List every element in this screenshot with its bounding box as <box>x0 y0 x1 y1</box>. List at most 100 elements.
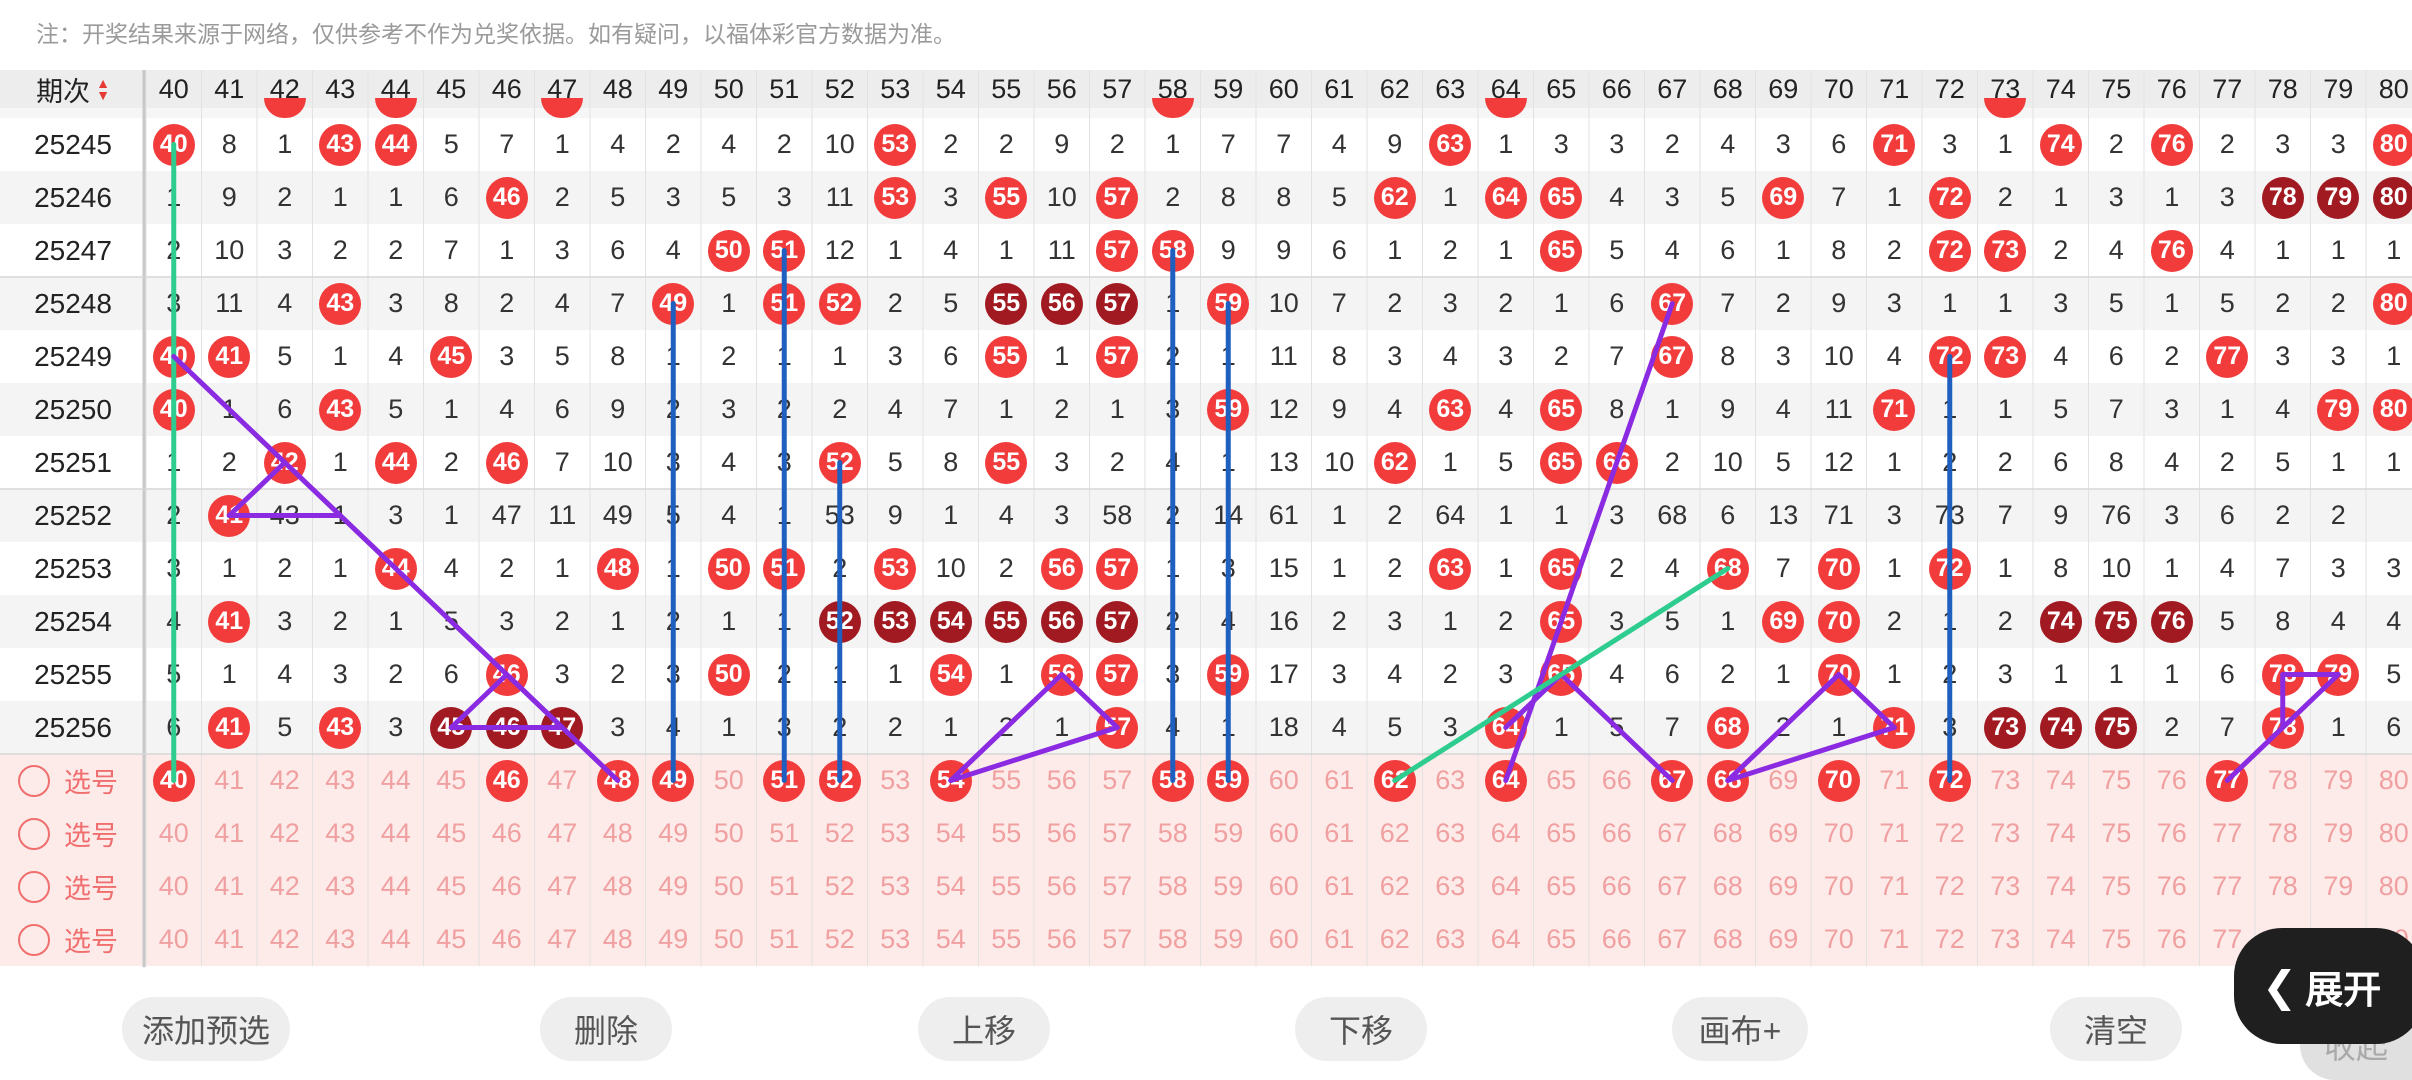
pick-number[interactable]: 75 <box>2089 913 2145 966</box>
drawn-number-ball[interactable]: 79 <box>2317 176 2360 219</box>
drawn-number-ball[interactable]: 63 <box>1429 123 1472 166</box>
pick-number[interactable]: 71 <box>1867 807 1923 860</box>
pick-number[interactable]: 74 <box>2033 754 2089 807</box>
pick-number[interactable]: 50 <box>701 754 757 807</box>
drawn-number-ball[interactable]: 76 <box>2150 123 2193 166</box>
selected-pick-ball[interactable]: 51 <box>763 759 806 802</box>
pick-number[interactable]: 44 <box>368 754 424 807</box>
pick-number[interactable]: 48 <box>590 913 646 966</box>
selected-pick-ball[interactable]: 49 <box>652 759 695 802</box>
pick-number[interactable]: 50 <box>701 860 757 913</box>
drawn-number-ball[interactable]: 70 <box>1817 547 1860 590</box>
pick-number[interactable]: 76 <box>2144 807 2200 860</box>
drawn-number-ball[interactable]: 76 <box>2150 229 2193 272</box>
drawn-number-ball[interactable]: 72 <box>1928 335 1971 378</box>
pick-number[interactable]: 47 <box>535 754 591 807</box>
drawn-number-ball[interactable]: 70 <box>1817 653 1860 696</box>
pick-number[interactable]: 50 <box>701 913 757 966</box>
pick-number[interactable]: 47 <box>535 860 591 913</box>
drawn-number-ball[interactable]: 59 <box>1207 282 1250 325</box>
drawn-number-ball[interactable]: 50 <box>707 653 750 696</box>
drawn-number-ball[interactable]: 65 <box>1540 653 1583 696</box>
drawn-number-ball[interactable]: 53 <box>874 547 917 590</box>
pick-number[interactable]: 46 <box>479 807 535 860</box>
canvas-plus-button[interactable]: 画布+ <box>1672 997 1808 1061</box>
pick-number[interactable]: 44 <box>368 913 424 966</box>
radio-circle-icon[interactable] <box>18 870 50 903</box>
selected-pick-ball[interactable]: 52 <box>818 759 861 802</box>
drawn-number-ball[interactable]: 80 <box>2372 282 2412 325</box>
drawn-number-ball[interactable]: 73 <box>1984 335 2027 378</box>
drawn-number-ball[interactable]: 73 <box>1984 706 2027 749</box>
drawn-number-ball[interactable]: 63 <box>1429 547 1472 590</box>
pick-number[interactable]: 62 <box>1367 860 1423 913</box>
pick-number[interactable]: 50 <box>701 807 757 860</box>
drawn-number-ball[interactable]: 63 <box>1429 388 1472 431</box>
pick-number[interactable]: 42 <box>257 913 313 966</box>
drawn-number-ball[interactable]: 79 <box>2317 388 2360 431</box>
drawn-number-ball[interactable]: 59 <box>1207 388 1250 431</box>
drawn-number-ball[interactable]: 80 <box>2372 176 2412 219</box>
drawn-number-ball[interactable]: 78 <box>2261 706 2304 749</box>
drawn-number-ball[interactable]: 55 <box>985 282 1028 325</box>
drawn-number-ball[interactable]: 56 <box>1040 653 1083 696</box>
drawn-number-ball[interactable]: 46 <box>485 441 528 484</box>
pick-number[interactable]: 75 <box>2089 860 2145 913</box>
drawn-number-ball[interactable]: 72 <box>1928 547 1971 590</box>
drawn-number-ball[interactable]: 70 <box>1817 600 1860 643</box>
pick-number[interactable]: 79 <box>2311 860 2367 913</box>
pick-number[interactable]: 45 <box>424 754 480 807</box>
selected-pick-ball[interactable]: 72 <box>1928 759 1971 802</box>
pick-number[interactable]: 63 <box>1423 807 1479 860</box>
drawn-number-ball[interactable]: 46 <box>485 176 528 219</box>
drawn-number-ball[interactable]: 64 <box>1484 176 1527 219</box>
drawn-number-ball[interactable]: 41 <box>208 494 251 537</box>
drawn-number-ball[interactable]: 50 <box>707 547 750 590</box>
pick-number[interactable]: 61 <box>1312 807 1368 860</box>
selected-pick-ball[interactable]: 54 <box>929 759 972 802</box>
pick-number[interactable]: 71 <box>1867 913 1923 966</box>
pick-number[interactable]: 68 <box>1700 913 1756 966</box>
pick-number[interactable]: 69 <box>1756 860 1812 913</box>
drawn-number-ball[interactable]: 71 <box>1873 388 1916 431</box>
sort-icon[interactable]: ▲ ▼ <box>96 76 110 102</box>
drawn-number-ball[interactable]: 56 <box>1040 282 1083 325</box>
drawn-number-ball[interactable]: 56 <box>1040 547 1083 590</box>
drawn-number-ball[interactable]: 57 <box>1096 653 1139 696</box>
pick-number[interactable]: 79 <box>2311 754 2367 807</box>
drawn-number-ball[interactable]: 80 <box>2372 123 2412 166</box>
pick-number[interactable]: 54 <box>923 913 979 966</box>
selected-pick-ball[interactable]: 40 <box>152 759 195 802</box>
pick-number[interactable]: 60 <box>1256 860 1312 913</box>
pick-number[interactable]: 61 <box>1312 754 1368 807</box>
pick-number[interactable]: 48 <box>590 860 646 913</box>
drawn-number-ball[interactable]: 40 <box>152 388 195 431</box>
pick-number[interactable]: 57 <box>1090 807 1146 860</box>
pick-number[interactable]: 51 <box>757 807 813 860</box>
drawn-number-ball[interactable]: 57 <box>1096 335 1139 378</box>
pick-number[interactable]: 67 <box>1645 860 1701 913</box>
drawn-number-ball[interactable]: 47 <box>541 706 584 749</box>
pick-number[interactable]: 72 <box>1922 860 1978 913</box>
drawn-number-ball[interactable]: 54 <box>929 600 972 643</box>
pick-number[interactable]: 54 <box>923 807 979 860</box>
drawn-number-ball[interactable]: 51 <box>763 547 806 590</box>
drawn-number-ball[interactable]: 42 <box>263 441 306 484</box>
pick-number[interactable]: 65 <box>1534 913 1590 966</box>
drawn-number-ball[interactable]: 75 <box>2095 706 2138 749</box>
drawn-number-ball[interactable]: 41 <box>208 600 251 643</box>
drawn-number-ball[interactable]: 48 <box>596 547 639 590</box>
pick-number[interactable]: 42 <box>257 860 313 913</box>
drawn-number-ball[interactable]: 59 <box>1207 653 1250 696</box>
pick-number[interactable]: 52 <box>812 807 868 860</box>
drawn-number-ball[interactable]: 49 <box>652 282 695 325</box>
drawn-number-ball[interactable]: 68 <box>1706 706 1749 749</box>
pick-number[interactable]: 65 <box>1534 860 1590 913</box>
selected-pick-ball[interactable]: 64 <box>1484 759 1527 802</box>
drawn-number-ball[interactable]: 44 <box>374 547 417 590</box>
drawn-number-ball[interactable]: 57 <box>1096 282 1139 325</box>
selected-pick-ball[interactable]: 58 <box>1151 759 1194 802</box>
pick-number[interactable]: 75 <box>2089 807 2145 860</box>
pick-number[interactable]: 47 <box>535 913 591 966</box>
radio-circle-icon[interactable] <box>18 764 50 797</box>
